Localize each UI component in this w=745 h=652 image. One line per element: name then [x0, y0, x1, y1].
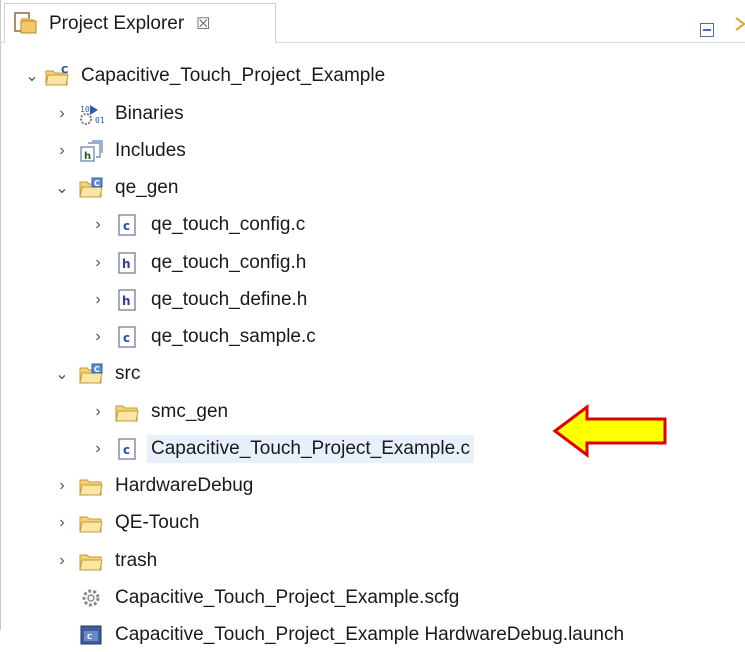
- tree-item-label: qe_touch_config.c: [151, 214, 306, 235]
- binaries-icon: 10 01: [77, 101, 105, 127]
- tree-item-scfg[interactable]: Capacitive_Touch_Project_Example.scfg: [71, 581, 463, 615]
- tab-title: Project Explorer: [49, 12, 185, 34]
- svg-text:C: C: [94, 365, 100, 374]
- chevron-right-icon[interactable]: ›: [89, 328, 107, 346]
- tree-item-label: qe_touch_define.h: [151, 289, 308, 310]
- tree-item-label: Capacitive_Touch_Project_Example.scfg: [115, 587, 460, 608]
- tree-item-label: qe_touch_sample.c: [151, 326, 316, 347]
- chevron-down-icon[interactable]: ⌄: [53, 179, 71, 197]
- chevron-down-icon[interactable]: ⌄: [23, 67, 41, 85]
- tree-item-qe-touch-config-c[interactable]: › c qe_touch_config.c: [89, 208, 309, 242]
- tree-item-label: Capacitive_Touch_Project_Example.c: [147, 435, 474, 463]
- svg-text:h: h: [122, 294, 131, 308]
- chevron-right-icon[interactable]: ›: [89, 216, 107, 234]
- project-explorer-panel: Project Explorer ☒ ⌄ C Capacitive_Touch_…: [0, 0, 745, 645]
- c-file-icon: c: [113, 436, 141, 462]
- tree-item-label: qe_touch_config.h: [151, 252, 307, 273]
- folder-icon: [113, 399, 141, 425]
- folder-icon: [77, 548, 105, 574]
- source-folder-icon: C: [77, 361, 105, 387]
- chevron-right-icon[interactable]: ›: [53, 105, 71, 123]
- tree-item-label: HardwareDebug: [115, 475, 254, 496]
- chevron-right-icon[interactable]: ›: [89, 291, 107, 309]
- svg-text:10: 10: [80, 105, 90, 114]
- tree-item-label: Binaries: [115, 103, 184, 124]
- chevron-right-icon[interactable]: ›: [89, 403, 107, 421]
- source-folder-icon: C: [77, 175, 105, 201]
- tree-item-label: smc_gen: [151, 401, 229, 422]
- tree-item-main-c-file[interactable]: › c Capacitive_Touch_Project_Example.c: [89, 432, 474, 466]
- tree-item-label: src: [115, 363, 141, 384]
- tree-item-binaries[interactable]: › 10 01 Binaries: [53, 97, 188, 131]
- tree-item-qe-gen[interactable]: ⌄ C qe_gen: [53, 171, 182, 205]
- chevron-right-icon[interactable]: ›: [53, 477, 71, 495]
- tree-item-qe-touch[interactable]: › QE-Touch: [53, 506, 203, 540]
- folder-icon: [77, 510, 105, 536]
- tree-item-qe-touch-config-h[interactable]: › h qe_touch_config.h: [89, 246, 310, 280]
- tree-item-launch[interactable]: C Capacitive_Touch_Project_Example Hardw…: [71, 618, 628, 652]
- svg-text:C: C: [61, 65, 68, 76]
- close-icon[interactable]: ☒: [196, 14, 210, 34]
- h-file-icon: h: [113, 287, 141, 313]
- chevron-down-icon[interactable]: ⌄: [53, 365, 71, 383]
- svg-text:h: h: [122, 257, 131, 271]
- h-file-icon: h: [113, 250, 141, 276]
- collapse-all-icon[interactable]: [700, 23, 714, 37]
- tree-item-src[interactable]: ⌄ C src: [53, 357, 144, 391]
- tree-item-label: Includes: [115, 140, 186, 161]
- svg-text:C: C: [87, 633, 92, 641]
- chevron-right-icon[interactable]: ›: [89, 440, 107, 458]
- tree-item-qe-touch-define-h[interactable]: › h qe_touch_define.h: [89, 283, 311, 317]
- svg-text:h: h: [84, 151, 91, 162]
- tree-item-label: Capacitive_Touch_Project_Example Hardwar…: [115, 624, 625, 645]
- svg-text:c: c: [123, 219, 130, 233]
- tree-item-label: qe_gen: [115, 177, 179, 198]
- c-file-icon: c: [113, 212, 141, 238]
- tree-item-smc-gen[interactable]: › smc_gen: [89, 395, 232, 429]
- includes-icon: h: [77, 138, 105, 164]
- c-file-icon: c: [113, 324, 141, 350]
- yellow-arrow-left-icon: [551, 403, 671, 459]
- tree-item-trash[interactable]: › trash: [53, 544, 161, 578]
- svg-text:c: c: [123, 443, 130, 457]
- view-tab-bar: Project Explorer ☒: [1, 0, 745, 43]
- project-explorer-icon: [13, 11, 39, 37]
- chevron-right-icon[interactable]: ›: [89, 254, 107, 272]
- chevron-right-icon[interactable]: ›: [53, 552, 71, 570]
- svg-text:01: 01: [95, 116, 104, 125]
- svg-text:C: C: [94, 179, 100, 188]
- tree-item-hardwaredebug[interactable]: › HardwareDebug: [53, 469, 257, 503]
- tree-item-label: QE-Touch: [115, 512, 200, 533]
- tree-item-label: Capacitive_Touch_Project_Example: [81, 65, 386, 86]
- config-gear-icon: [77, 585, 105, 611]
- tree-item-qe-touch-sample-c[interactable]: › c qe_touch_sample.c: [89, 320, 320, 354]
- tree-item-label: trash: [115, 550, 158, 571]
- tree-item-includes[interactable]: › h Includes: [53, 134, 190, 168]
- folder-icon: [77, 473, 105, 499]
- chevron-right-icon[interactable]: ›: [53, 142, 71, 160]
- link-with-editor-icon[interactable]: [734, 14, 745, 34]
- c-project-icon: C: [43, 63, 71, 89]
- launch-icon: C: [77, 622, 105, 648]
- tree-item-project[interactable]: ⌄ C Capacitive_Touch_Project_Example: [23, 59, 389, 93]
- chevron-right-icon[interactable]: ›: [53, 514, 71, 532]
- tab-project-explorer[interactable]: Project Explorer ☒: [4, 3, 276, 43]
- svg-text:c: c: [123, 331, 130, 345]
